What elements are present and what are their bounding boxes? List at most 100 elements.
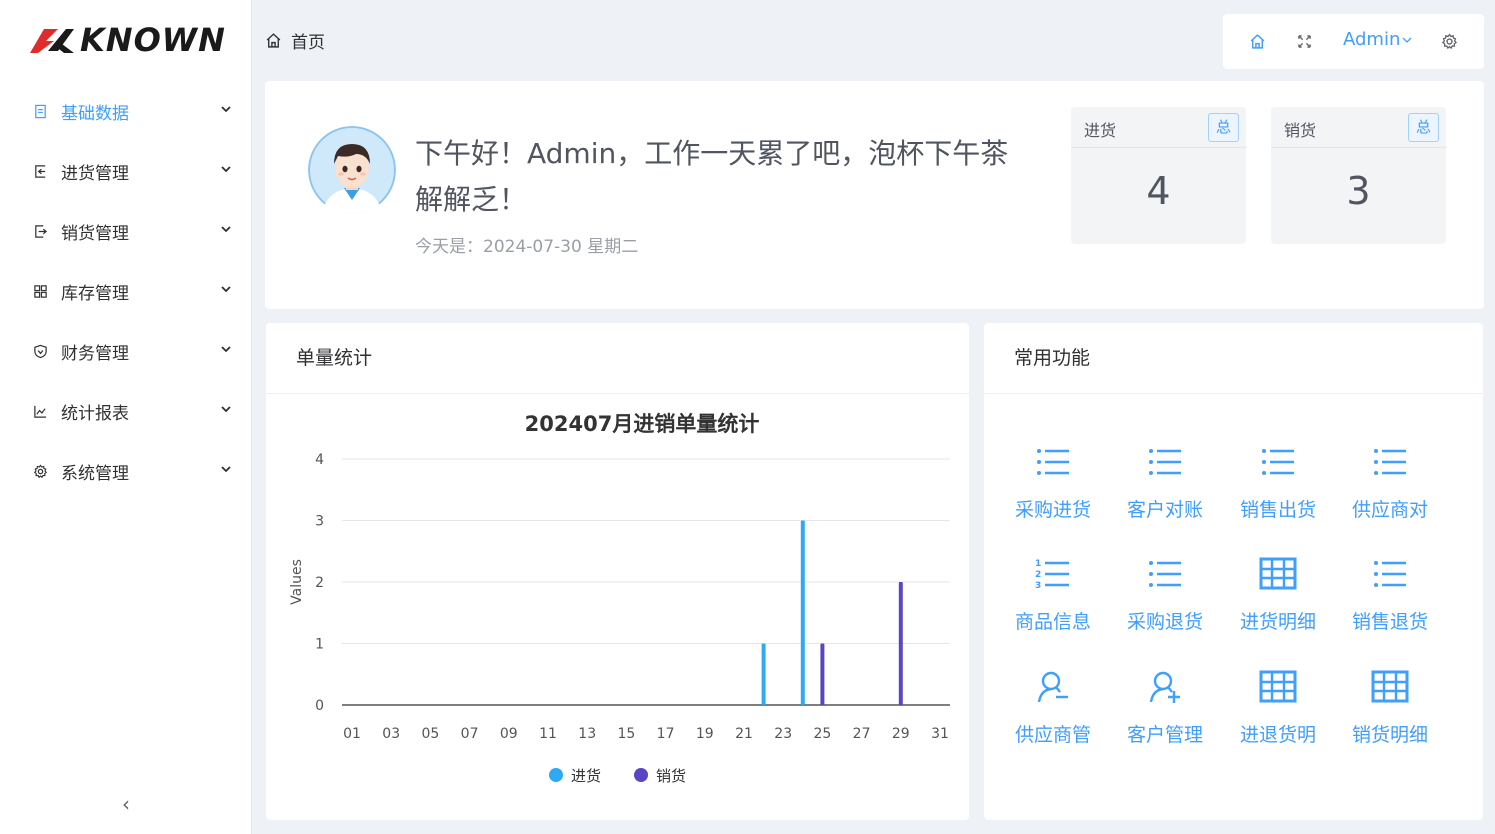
stat-header: 进货 总 — [1071, 107, 1246, 148]
gear-icon — [32, 463, 48, 479]
order-chart: 202407月进销单量统计01234Values01 03 05 07 09 11 13 15… — [289, 412, 950, 785]
function-shortcut[interactable]: 客户对账 — [1109, 443, 1221, 543]
function-shortcut[interactable]: 供应商对 — [1334, 443, 1446, 543]
card-title: 单量统计 — [266, 323, 969, 394]
function-shortcut[interactable]: 进退货明 — [1222, 668, 1334, 768]
svg-text:2: 2 — [1035, 570, 1041, 580]
list-icon — [1149, 561, 1181, 587]
welcome-card: 下午好！Admin，工作一天累了吧，泡杯下午茶解解乏！ 今天是：2024-07-… — [265, 81, 1484, 309]
chevron-down-icon — [1402, 37, 1412, 43]
list-icon — [1037, 449, 1069, 475]
breadcrumb: 首页 — [265, 28, 325, 53]
logo: KNOWN — [28, 21, 226, 59]
list-icon — [1262, 449, 1294, 475]
stat-title: 销货 — [1284, 121, 1317, 140]
user-minus-icon — [1037, 671, 1068, 703]
line-chart-icon — [32, 403, 48, 419]
x-tick-label: 07 — [461, 726, 479, 742]
avatar — [308, 126, 396, 214]
list-icon — [1149, 449, 1181, 475]
function-shortcut[interactable]: 采购进货 — [997, 443, 1109, 543]
stat-value: 4 — [1146, 169, 1171, 213]
function-label: 采购退货 — [1126, 611, 1203, 633]
function-label: 供应商管 — [1014, 724, 1091, 746]
fullscreen-icon[interactable] — [1297, 34, 1312, 49]
bar-purchase — [761, 643, 766, 705]
bar-purchase — [800, 520, 805, 705]
y-tick-label: 2 — [315, 575, 324, 591]
function-shortcut[interactable]: 进货明细 — [1222, 555, 1334, 655]
function-shortcut[interactable]: 销售退货 — [1334, 555, 1446, 655]
function-shortcut[interactable]: 采购退货 — [1109, 555, 1221, 655]
chevron-down-icon — [221, 346, 231, 353]
sidebar-item[interactable]: 统计报表 — [0, 381, 252, 441]
sidebar: KNOWN 基础数据进货管理销货管理库存管理财务管理 统计报表系统管理 ‹ — [0, 0, 252, 834]
stat-card-sales: 销货 总 3 — [1271, 107, 1446, 244]
table-icon — [1371, 670, 1409, 703]
x-tick-label: 13 — [578, 726, 596, 742]
breadcrumb-home[interactable]: 首页 — [291, 28, 325, 53]
stat-header: 销货 总 — [1271, 107, 1446, 148]
function-shortcut[interactable]: 供应商管 — [997, 668, 1109, 768]
x-tick-label: 23 — [774, 726, 792, 742]
collapse-sidebar-button[interactable]: ‹ — [116, 792, 136, 816]
import-icon — [32, 163, 48, 179]
gear-icon[interactable] — [1441, 33, 1458, 50]
chart-title: 202407月进销单量统计 — [525, 412, 760, 436]
chevron-down-icon — [221, 106, 231, 113]
function-label: 销售出货 — [1239, 499, 1316, 521]
table-icon — [1259, 557, 1297, 590]
avatar-illustration — [308, 126, 396, 214]
x-tick-label: 17 — [657, 726, 675, 742]
legend-label: 进货 — [571, 767, 601, 785]
y-tick-label: 0 — [315, 698, 324, 714]
chevron-down-icon — [221, 406, 231, 413]
legend-marker — [549, 768, 563, 782]
function-shortcut[interactable]: 客户管理 — [1109, 668, 1221, 768]
bar-sales — [820, 643, 825, 705]
x-tick-label: 27 — [853, 726, 871, 742]
x-tick-label: 03 — [382, 726, 400, 742]
bar-sales — [898, 582, 903, 705]
card-title: 常用功能 — [984, 323, 1483, 394]
x-tick-label: 19 — [696, 726, 714, 742]
greeting-text: 下午好！Admin，工作一天累了吧，泡杯下午茶解解乏！ — [415, 137, 1009, 216]
chevron-down-icon — [221, 286, 231, 293]
sidebar-item[interactable]: 系统管理 — [0, 441, 252, 501]
function-label: 进货明细 — [1239, 611, 1316, 633]
stat-badge: 总 — [1208, 113, 1239, 142]
x-tick-label: 11 — [539, 726, 557, 742]
sidebar-item[interactable]: 进货管理 — [0, 141, 252, 201]
stat-value: 3 — [1346, 169, 1371, 213]
user-menu[interactable]: Admin — [1343, 29, 1412, 50]
sidebar-item[interactable]: 基础数据 — [0, 81, 252, 141]
chevron-down-icon — [221, 166, 231, 173]
x-tick-label: 31 — [931, 726, 949, 742]
user-name: Admin — [1343, 29, 1401, 50]
export-icon — [32, 223, 48, 239]
function-shortcut[interactable]: 销货明细 — [1334, 668, 1446, 768]
table-icon — [1259, 670, 1297, 703]
y-axis-label: Values — [289, 559, 305, 605]
function-label: 销货明细 — [1351, 724, 1428, 746]
home-icon[interactable] — [1249, 33, 1266, 50]
function-shortcut[interactable]: 1 2 3 商品信息 — [997, 555, 1109, 655]
function-label: 商品信息 — [1014, 611, 1091, 633]
sidebar-item[interactable]: 销货管理 — [0, 201, 252, 261]
sidebar-item[interactable]: 财务管理 — [0, 321, 252, 381]
function-label: 客户管理 — [1126, 724, 1203, 746]
function-shortcut[interactable]: 销售出货 — [1222, 443, 1334, 543]
sidebar-item-label: 系统管理 — [61, 463, 129, 484]
top-actions: Admin — [1223, 14, 1484, 69]
document-icon — [32, 103, 48, 119]
chevron-down-icon — [221, 226, 231, 233]
y-tick-label: 3 — [315, 514, 324, 530]
sidebar-item-label: 进货管理 — [61, 163, 129, 184]
sidebar-item[interactable]: 库存管理 — [0, 261, 252, 321]
stat-badge: 总 — [1408, 113, 1439, 142]
user-plus-icon — [1149, 671, 1180, 703]
sidebar-item-label: 库存管理 — [61, 283, 129, 304]
sidebar-item-label: 销货管理 — [61, 223, 129, 244]
common-functions-card: 常用功能 采购进货 客户对账 销售出货 供应商对 1 2 3 商品信息 采购退货 进货明细 销售退货… — [984, 323, 1483, 820]
svg-text:3: 3 — [1035, 581, 1041, 591]
